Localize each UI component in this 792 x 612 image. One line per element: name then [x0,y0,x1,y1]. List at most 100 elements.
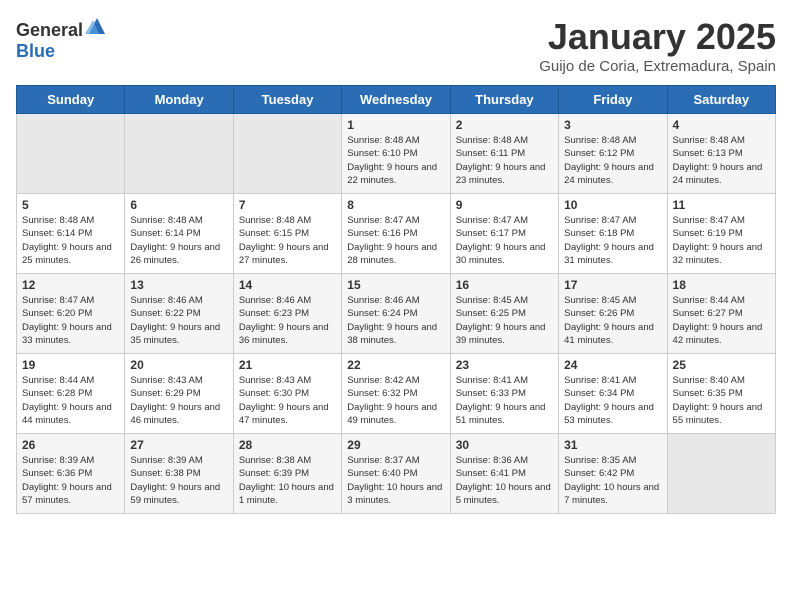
calendar-week-row: 1 Sunrise: 8:48 AM Sunset: 6:10 PM Daylig… [17,114,776,194]
day-number: 24 [564,358,661,372]
calendar-day-cell [667,434,775,514]
title-area: January 2025 Guijo de Coria, Extremadura… [539,16,776,75]
logo: General Blue [16,16,109,62]
calendar-day-cell: 25 Sunrise: 8:40 AM Sunset: 6:35 PM Dayli… [667,354,775,434]
day-number: 2 [456,118,553,132]
calendar-day-cell: 7Sunrise: 8:48 AM Sunset: 6:15 PM Daylig… [233,194,341,274]
day-info: Sunrise: 8:37 AM Sunset: 6:40 PM Dayligh… [347,454,444,507]
day-info: Sunrise: 8:47 AM Sunset: 6:19 PM Dayligh… [673,214,770,267]
day-number: 12 [22,278,119,292]
calendar-body: 1 Sunrise: 8:48 AM Sunset: 6:10 PM Daylig… [17,114,776,514]
day-info: Sunrise: 8:43 AM Sunset: 6:29 PM Dayligh… [130,374,227,427]
day-number: 25 [673,358,770,372]
calendar-week-row: 12 Sunrise: 8:47 AM Sunset: 6:20 PM Dayli… [17,274,776,354]
calendar-day-cell: 16 Sunrise: 8:45 AM Sunset: 6:25 PM Dayli… [450,274,558,354]
day-info: Sunrise: 8:48 AM Sunset: 6:13 PM Dayligh… [673,134,770,187]
day-number: 26 [22,438,119,452]
day-info: Sunrise: 8:48 AM Sunset: 6:10 PM Dayligh… [347,134,444,187]
day-number: 16 [456,278,553,292]
calendar-table: SundayMondayTuesdayWednesdayThursdayFrid… [16,85,776,514]
day-number: 27 [130,438,227,452]
calendar-day-cell: 11 Sunrise: 8:47 AM Sunset: 6:19 PM Dayli… [667,194,775,274]
day-info: Sunrise: 8:47 AM Sunset: 6:18 PM Dayligh… [564,214,661,267]
logo-text: General Blue [16,16,109,62]
day-number: 8 [347,198,444,212]
day-info: Sunrise: 8:46 AM Sunset: 6:24 PM Dayligh… [347,294,444,347]
calendar-day-cell: 30Sunrise: 8:36 AM Sunset: 6:41 PM Dayli… [450,434,558,514]
weekday-header-cell: Friday [559,86,667,114]
calendar-day-cell: 18 Sunrise: 8:44 AM Sunset: 6:27 PM Dayli… [667,274,775,354]
day-info: Sunrise: 8:48 AM Sunset: 6:12 PM Dayligh… [564,134,661,187]
day-number: 3 [564,118,661,132]
day-info: Sunrise: 8:42 AM Sunset: 6:32 PM Dayligh… [347,374,444,427]
calendar-day-cell: 21 Sunrise: 8:43 AM Sunset: 6:30 PM Dayli… [233,354,341,434]
day-number: 4 [673,118,770,132]
weekday-header-cell: Thursday [450,86,558,114]
calendar-day-cell: 22Sunrise: 8:42 AM Sunset: 6:32 PM Dayli… [342,354,450,434]
calendar-day-cell: 3 Sunrise: 8:48 AM Sunset: 6:12 PM Daylig… [559,114,667,194]
calendar-day-cell: 24Sunrise: 8:41 AM Sunset: 6:34 PM Dayli… [559,354,667,434]
calendar-day-cell: 8 Sunrise: 8:47 AM Sunset: 6:16 PM Daylig… [342,194,450,274]
weekday-header-cell: Saturday [667,86,775,114]
weekday-header-row: SundayMondayTuesdayWednesdayThursdayFrid… [17,86,776,114]
day-number: 20 [130,358,227,372]
day-info: Sunrise: 8:47 AM Sunset: 6:16 PM Dayligh… [347,214,444,267]
calendar-day-cell: 4 Sunrise: 8:48 AM Sunset: 6:13 PM Daylig… [667,114,775,194]
day-info: Sunrise: 8:48 AM Sunset: 6:14 PM Dayligh… [22,214,119,267]
day-info: Sunrise: 8:47 AM Sunset: 6:20 PM Dayligh… [22,294,119,347]
day-number: 13 [130,278,227,292]
day-number: 23 [456,358,553,372]
calendar-day-cell: 14 Sunrise: 8:46 AM Sunset: 6:23 PM Dayli… [233,274,341,354]
calendar-week-row: 5Sunrise: 8:48 AM Sunset: 6:14 PM Daylig… [17,194,776,274]
calendar-day-cell: 1 Sunrise: 8:48 AM Sunset: 6:10 PM Daylig… [342,114,450,194]
day-info: Sunrise: 8:39 AM Sunset: 6:38 PM Dayligh… [130,454,227,507]
day-info: Sunrise: 8:48 AM Sunset: 6:15 PM Dayligh… [239,214,336,267]
calendar-day-cell: 13 Sunrise: 8:46 AM Sunset: 6:22 PM Dayli… [125,274,233,354]
day-info: Sunrise: 8:45 AM Sunset: 6:25 PM Dayligh… [456,294,553,347]
day-info: Sunrise: 8:44 AM Sunset: 6:27 PM Dayligh… [673,294,770,347]
header: General Blue January 2025 Guijo de Coria… [16,16,776,75]
day-info: Sunrise: 8:46 AM Sunset: 6:23 PM Dayligh… [239,294,336,347]
day-number: 11 [673,198,770,212]
weekday-header-cell: Monday [125,86,233,114]
day-info: Sunrise: 8:43 AM Sunset: 6:30 PM Dayligh… [239,374,336,427]
day-number: 15 [347,278,444,292]
day-info: Sunrise: 8:45 AM Sunset: 6:26 PM Dayligh… [564,294,661,347]
calendar-day-cell: 26 Sunrise: 8:39 AM Sunset: 6:36 PM Dayli… [17,434,125,514]
day-info: Sunrise: 8:36 AM Sunset: 6:41 PM Dayligh… [456,454,553,507]
day-number: 10 [564,198,661,212]
calendar-day-cell: 17 Sunrise: 8:45 AM Sunset: 6:26 PM Dayli… [559,274,667,354]
calendar-day-cell: 15 Sunrise: 8:46 AM Sunset: 6:24 PM Dayli… [342,274,450,354]
calendar-day-cell [125,114,233,194]
calendar-day-cell: 5Sunrise: 8:48 AM Sunset: 6:14 PM Daylig… [17,194,125,274]
weekday-header-cell: Wednesday [342,86,450,114]
day-number: 1 [347,118,444,132]
day-info: Sunrise: 8:40 AM Sunset: 6:35 PM Dayligh… [673,374,770,427]
day-number: 28 [239,438,336,452]
calendar-day-cell: 2 Sunrise: 8:48 AM Sunset: 6:11 PM Daylig… [450,114,558,194]
calendar-day-cell: 6Sunrise: 8:48 AM Sunset: 6:14 PM Daylig… [125,194,233,274]
day-info: Sunrise: 8:38 AM Sunset: 6:39 PM Dayligh… [239,454,336,507]
day-number: 31 [564,438,661,452]
calendar-day-cell: 9Sunrise: 8:47 AM Sunset: 6:17 PM Daylig… [450,194,558,274]
day-number: 21 [239,358,336,372]
day-info: Sunrise: 8:41 AM Sunset: 6:33 PM Dayligh… [456,374,553,427]
day-number: 17 [564,278,661,292]
day-number: 14 [239,278,336,292]
calendar-day-cell: 19Sunrise: 8:44 AM Sunset: 6:28 PM Dayli… [17,354,125,434]
day-info: Sunrise: 8:48 AM Sunset: 6:11 PM Dayligh… [456,134,553,187]
calendar-week-row: 26 Sunrise: 8:39 AM Sunset: 6:36 PM Dayli… [17,434,776,514]
day-number: 18 [673,278,770,292]
calendar-day-cell: 31 Sunrise: 8:35 AM Sunset: 6:42 PM Dayli… [559,434,667,514]
day-info: Sunrise: 8:46 AM Sunset: 6:22 PM Dayligh… [130,294,227,347]
calendar-day-cell: 23 Sunrise: 8:41 AM Sunset: 6:33 PM Dayli… [450,354,558,434]
day-number: 6 [130,198,227,212]
calendar-day-cell: 10 Sunrise: 8:47 AM Sunset: 6:18 PM Dayli… [559,194,667,274]
calendar-day-cell: 28 Sunrise: 8:38 AM Sunset: 6:39 PM Dayli… [233,434,341,514]
calendar-day-cell: 20 Sunrise: 8:43 AM Sunset: 6:29 PM Dayli… [125,354,233,434]
day-info: Sunrise: 8:39 AM Sunset: 6:36 PM Dayligh… [22,454,119,507]
day-info: Sunrise: 8:35 AM Sunset: 6:42 PM Dayligh… [564,454,661,507]
weekday-header-cell: Tuesday [233,86,341,114]
logo-general: General [16,20,83,40]
calendar-day-cell [17,114,125,194]
